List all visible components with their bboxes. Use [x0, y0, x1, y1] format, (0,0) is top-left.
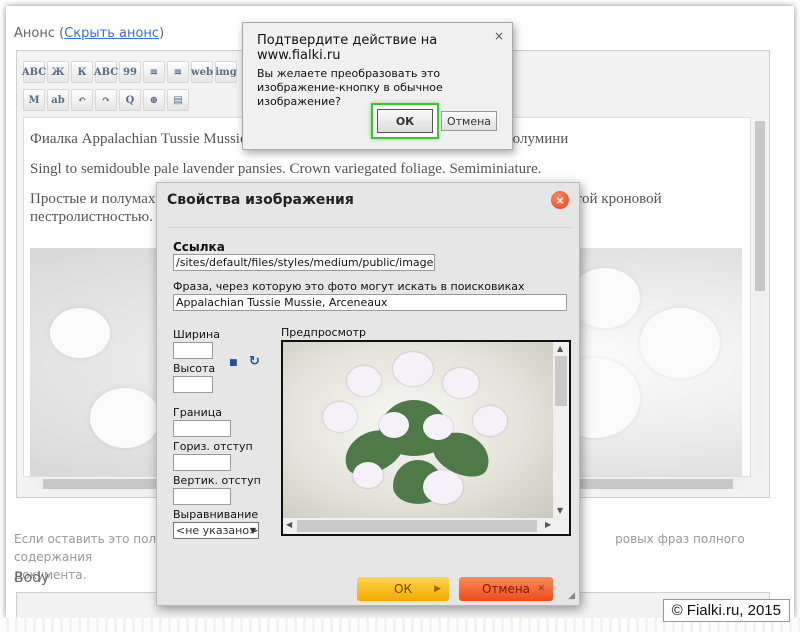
- border-label: Граница: [173, 406, 223, 419]
- preview-horizontal-scrollbar[interactable]: ◀ ▶: [283, 518, 569, 534]
- anons-label-text: Анонс (: [14, 26, 65, 41]
- link-label: Ссылка: [173, 240, 225, 254]
- height-label: Высота: [173, 362, 216, 375]
- toolbar2-button-3[interactable]: ↷: [95, 89, 117, 111]
- editor-vertical-scrollbar[interactable]: [753, 117, 767, 477]
- editor-toolbar-row-1: ABC Ж К ABC 99 ≡ ≡ web img: [22, 61, 237, 83]
- lock-icon[interactable]: ■: [229, 358, 238, 368]
- image-preview: ▲ ▼ ◀ ▶: [281, 340, 571, 536]
- toolbar2-button-5[interactable]: ⊕: [143, 89, 165, 111]
- alt-input[interactable]: Appalachian Tussie Mussie, Arceneaux: [173, 294, 567, 311]
- body-label: Body: [14, 570, 50, 586]
- close-icon[interactable]: ×: [494, 29, 504, 43]
- toolbar2-button-1[interactable]: ab: [47, 89, 69, 111]
- toolbar-button-7[interactable]: web: [191, 61, 213, 83]
- toolbar-button-6[interactable]: ≡: [167, 61, 189, 83]
- image-ok-button[interactable]: ОК ▶: [357, 577, 449, 601]
- hspace-input[interactable]: [173, 454, 231, 471]
- anons-label-close: ): [159, 26, 165, 41]
- vspace-input[interactable]: [173, 488, 231, 505]
- vspace-label: Вертик. отступ: [173, 474, 261, 487]
- resize-grip-icon[interactable]: ◢: [568, 591, 575, 601]
- x-icon: ✕: [537, 584, 545, 594]
- reset-size-icon[interactable]: ↻: [249, 354, 260, 369]
- anons-label: Анонс (Скрыть анонс): [14, 26, 164, 41]
- image-cancel-button[interactable]: Отмена ✕: [459, 577, 553, 601]
- image-dialog-title: Свойства изображения: [167, 192, 354, 208]
- align-label: Выравнивание: [173, 508, 259, 521]
- toolbar-button-8[interactable]: img: [215, 61, 237, 83]
- toolbar2-button-6[interactable]: ▤: [167, 89, 189, 111]
- editor-toolbar-row-2: Mab ↶ ↷ Q ⊕ ▤: [23, 89, 189, 111]
- preview-photo: [283, 342, 553, 518]
- image-dialog-footer: ОК ▶ Отмена ✕: [157, 575, 579, 605]
- hspace-label: Гориз. отступ: [173, 440, 253, 453]
- preview-vertical-scrollbar[interactable]: ▲ ▼: [553, 342, 569, 518]
- chevron-right-icon: ▶: [434, 584, 441, 594]
- toolbar-button-0[interactable]: ABC: [22, 61, 46, 83]
- width-input[interactable]: [173, 342, 213, 359]
- preview-label: Предпросмотр: [281, 326, 366, 339]
- align-select[interactable]: <не указано> ▼: [173, 522, 259, 539]
- border-input[interactable]: [173, 420, 231, 437]
- height-input[interactable]: [173, 376, 213, 393]
- toolbar-button-4[interactable]: 99: [119, 61, 141, 83]
- watermark: © Fialki.ru, 2015: [662, 599, 790, 622]
- chevron-down-icon: ▼: [249, 526, 256, 535]
- link-input[interactable]: /sites/default/files/styles/medium/publi…: [173, 254, 435, 271]
- image-properties-dialog: Свойства изображения × Ссылка /sites/def…: [156, 182, 580, 606]
- toolbar-button-3[interactable]: ABC: [94, 61, 118, 83]
- close-icon[interactable]: ×: [551, 191, 569, 209]
- toolbar2-button-2[interactable]: ↶: [71, 89, 93, 111]
- toolbar2-button-0[interactable]: M: [23, 89, 45, 111]
- width-label: Ширина: [173, 328, 220, 341]
- toolbar-button-2[interactable]: К: [71, 61, 93, 83]
- confirm-cancel-button[interactable]: Отмена: [441, 111, 497, 131]
- window-frame: Анонс (Скрыть анонс) ABC Ж К ABC 99 ≡ ≡ web img …: [6, 6, 794, 618]
- confirm-ok-button[interactable]: ОК: [377, 109, 433, 133]
- confirm-dialog: Подтвердите действие на www.fialki.ru × …: [242, 22, 513, 150]
- hide-anons-link[interactable]: Скрыть анонс: [64, 26, 159, 41]
- image-dialog-panel: Ссылка /sites/default/files/styles/mediu…: [167, 227, 571, 563]
- toolbar-button-1[interactable]: Ж: [47, 61, 69, 83]
- paragraph-2: Singl to semidouble pale lavender pansie…: [30, 161, 542, 177]
- toolbar2-button-4[interactable]: Q: [119, 89, 141, 111]
- confirm-title: Подтвердите действие на www.fialki.ru: [257, 33, 438, 63]
- toolbar-button-5[interactable]: ≡: [143, 61, 165, 83]
